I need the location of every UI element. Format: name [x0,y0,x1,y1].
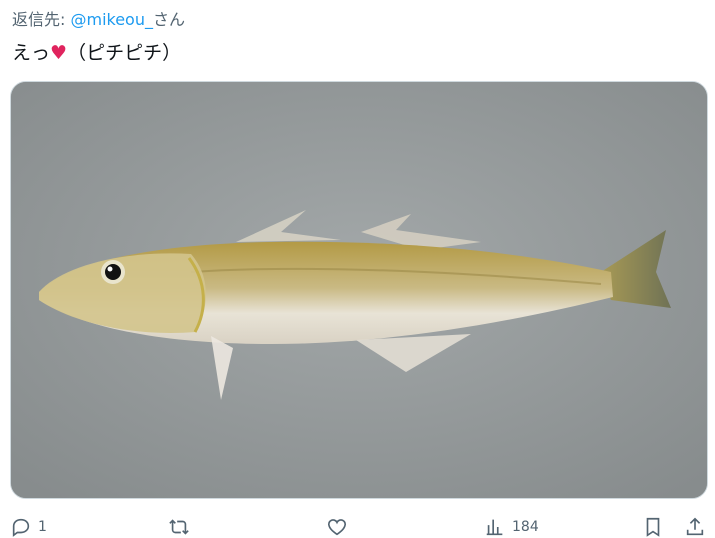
reply-suffix: さん [152,10,185,29]
reply-prefix: 返信先: [12,10,71,29]
bookmark-icon [646,517,660,537]
heart-emoji: ♥ [50,42,68,64]
heart-icon [327,519,347,536]
bar-chart-icon [486,519,503,536]
retweet-button[interactable] [168,516,196,538]
bookmark-button[interactable] [642,516,664,538]
reply-count: 1 [38,519,47,535]
views-button[interactable]: 184 [484,516,539,538]
fish-image [11,82,707,498]
reply-to-line: 返信先: @mikeou_さん [12,6,185,30]
retweet-icon [169,519,189,535]
tweet-media-photo[interactable] [10,81,708,499]
share-button[interactable] [684,516,706,538]
tweet-actions-bar: 1 184 [0,512,715,538]
reply-button[interactable]: 1 [10,516,47,538]
views-count: 184 [512,519,539,535]
reply-icon [12,518,30,537]
share-icon [686,517,704,536]
reply-handle-link[interactable]: @mikeou_ [70,10,153,29]
tweet-text: えっ♥（ピチピチ） [12,38,181,65]
tweet-text-before: えっ [12,42,51,64]
like-button[interactable] [326,516,354,538]
tweet-text-after: （ピチピチ） [67,42,182,64]
